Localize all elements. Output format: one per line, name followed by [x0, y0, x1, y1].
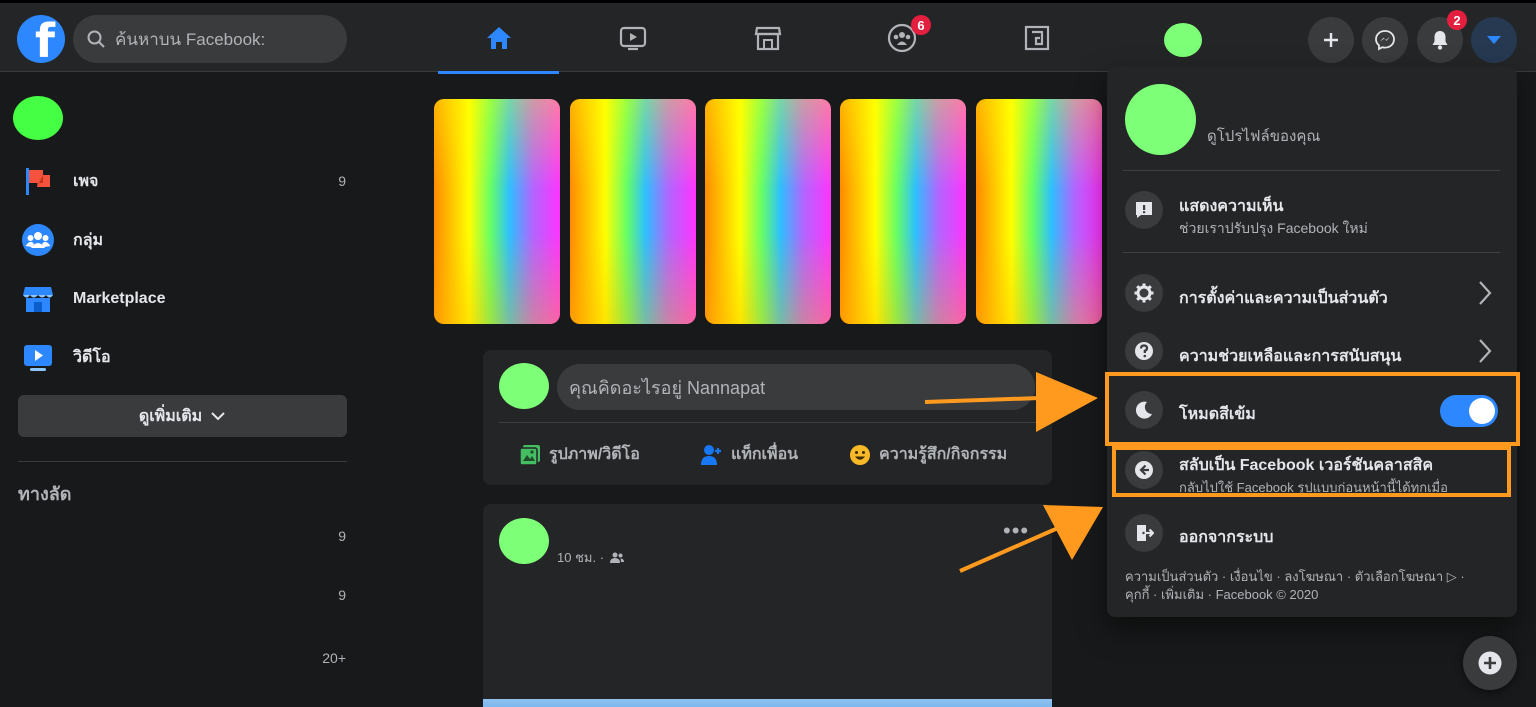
- sidebar-item-pages[interactable]: เพจ 9: [20, 159, 350, 203]
- watch-icon: [619, 26, 646, 51]
- post-options-button[interactable]: •••: [1003, 520, 1029, 542]
- story-card[interactable]: [434, 99, 560, 324]
- view-profile-link[interactable]: ดูโปรไฟล์ของคุณ: [1207, 124, 1320, 148]
- notifications-badge: 2: [1447, 10, 1467, 30]
- shortcuts-heading: ทางลัด: [18, 484, 72, 504]
- shortcut-count: 9: [338, 587, 346, 603]
- composer-divider: [499, 422, 1036, 423]
- tab-marketplace[interactable]: [707, 3, 828, 73]
- menu-divider: [1123, 170, 1500, 171]
- tag-friends-button[interactable]: แท็กเพื่อน: [701, 442, 798, 467]
- chevron-right-icon: [1479, 281, 1492, 305]
- logout-icon: [1125, 514, 1163, 552]
- marketplace-icon: [754, 26, 781, 51]
- shortcut-count: 20+: [322, 650, 346, 666]
- search-placeholder: ค้นหาบน Facebook:: [115, 29, 266, 49]
- marketplace-icon: [20, 281, 56, 317]
- messenger-button[interactable]: [1362, 17, 1408, 63]
- gaming-icon: [1024, 25, 1049, 51]
- highlight-box-dark-mode: [1105, 372, 1520, 446]
- footer-line[interactable]: ความเป็นส่วนตัว · เงื่อนไข · ลงโฆษณา · ต…: [1125, 568, 1500, 586]
- story-card[interactable]: [840, 99, 966, 324]
- sidebar-profile-avatar[interactable]: [13, 96, 63, 140]
- post-composer: คุณคิดอะไรอยู่ Nannapat รูปภาพ/วิดีโอ แท…: [483, 350, 1052, 485]
- sidebar-divider: [18, 461, 347, 462]
- help-icon: [1125, 332, 1163, 370]
- composer-input[interactable]: คุณคิดอะไรอยู่ Nannapat: [557, 364, 1035, 410]
- groups-badge: 6: [911, 15, 931, 35]
- tab-home[interactable]: [438, 3, 559, 74]
- feeling-icon: [850, 444, 870, 465]
- composer-avatar[interactable]: [499, 363, 549, 409]
- feedback-menu-item[interactable]: แสดงความเห็น: [1179, 194, 1283, 219]
- feedback-icon: [1125, 191, 1163, 229]
- feed-post: 10 ชม. · •••: [483, 504, 1052, 707]
- caret-down-icon: [1487, 36, 1501, 44]
- top-navigation-bar: f ค้นหาบน Facebook: 6 2: [0, 0, 1536, 74]
- sidebar-item-groups[interactable]: กลุ่ม: [20, 218, 350, 262]
- account-dropdown-menu: ดูโปรไฟล์ของคุณ แสดงความเห็น ช่วยเราปรับ…: [1107, 67, 1517, 617]
- home-icon: [486, 27, 511, 49]
- chevron-right-icon: [1479, 339, 1492, 363]
- menu-divider: [1123, 252, 1500, 253]
- sidebar-item-label: วิดีโอ: [73, 348, 111, 366]
- sidebar-item-label: Marketplace: [73, 290, 166, 307]
- facebook-logo[interactable]: f: [17, 15, 65, 63]
- composer-placeholder: คุณคิดอะไรอยู่ Nannapat: [569, 377, 766, 398]
- photo-video-label: รูปภาพ/วิดีโอ: [549, 446, 640, 463]
- photo-video-button[interactable]: รูปภาพ/วิดีโอ: [519, 442, 640, 467]
- see-more-button[interactable]: ดูเพิ่มเติม: [18, 395, 347, 437]
- highlight-box-classic: [1112, 446, 1511, 497]
- plus-icon: [1324, 33, 1338, 47]
- post-timestamp[interactable]: 10 ชม. ·: [557, 547, 604, 568]
- sidebar-item-marketplace[interactable]: Marketplace: [20, 277, 350, 321]
- help-support-menu-item[interactable]: ความช่วยเหลือและการสนับสนุน: [1179, 344, 1401, 369]
- story-card[interactable]: [570, 99, 696, 324]
- sidebar-item-label: กลุ่ม: [73, 231, 104, 249]
- post-meta: 10 ชม. ·: [557, 547, 625, 568]
- feeling-activity-button[interactable]: ความรู้สึก/กิจกรรม: [849, 442, 1007, 467]
- new-message-button[interactable]: [1463, 636, 1517, 690]
- profile-avatar[interactable]: [1164, 23, 1202, 57]
- menu-profile-avatar[interactable]: [1125, 84, 1196, 155]
- sidebar-item-count: 9: [338, 173, 346, 189]
- search-input[interactable]: ค้นหาบน Facebook:: [73, 15, 347, 63]
- notifications-button[interactable]: 2: [1417, 10, 1467, 63]
- gear-icon: [1125, 274, 1163, 312]
- story-card[interactable]: [705, 99, 831, 324]
- story-card[interactable]: [976, 99, 1102, 324]
- shortcut-count: 9: [338, 528, 346, 544]
- tag-friends-icon: [701, 444, 721, 465]
- logout-menu-item[interactable]: ออกจากระบบ: [1179, 525, 1273, 550]
- menu-footer-links: ความเป็นส่วนตัว · เงื่อนไข · ลงโฆษณา · ต…: [1125, 568, 1500, 604]
- flag-icon: [20, 163, 56, 199]
- feeling-activity-label: ความรู้สึก/กิจกรรม: [879, 446, 1008, 463]
- chevron-down-icon: [211, 412, 225, 421]
- messenger-icon: [1375, 30, 1395, 51]
- post-image[interactable]: [483, 699, 1052, 707]
- account-menu-button[interactable]: [1471, 17, 1517, 63]
- groups-icon: [20, 222, 56, 258]
- photo-icon: [519, 444, 540, 466]
- search-icon: [87, 30, 105, 48]
- tab-groups[interactable]: 6: [841, 3, 962, 73]
- create-button[interactable]: [1308, 17, 1354, 63]
- friends-audience-icon: [610, 552, 625, 563]
- settings-privacy-menu-item[interactable]: การตั้งค่าและความเป็นส่วนตัว: [1179, 286, 1388, 311]
- sidebar-item-video[interactable]: วิดีโอ: [20, 335, 350, 379]
- tab-watch[interactable]: [572, 3, 693, 73]
- tag-friends-label: แท็กเพื่อน: [731, 446, 799, 463]
- bell-icon: [1432, 31, 1448, 50]
- logo-letter: f: [34, 15, 55, 63]
- see-more-label: ดูเพิ่มเติม: [138, 407, 203, 425]
- post-author-avatar[interactable]: [499, 518, 549, 564]
- video-icon: [20, 339, 56, 375]
- tab-gaming[interactable]: [976, 3, 1097, 73]
- compose-plus-icon: [1478, 651, 1502, 675]
- footer-line[interactable]: คุกกี้ · เพิ่มเติม · Facebook © 2020: [1125, 586, 1500, 604]
- sidebar-item-label: เพจ: [73, 172, 99, 190]
- feedback-subtitle: ช่วยเราปรับปรุง Facebook ใหม่: [1179, 220, 1368, 236]
